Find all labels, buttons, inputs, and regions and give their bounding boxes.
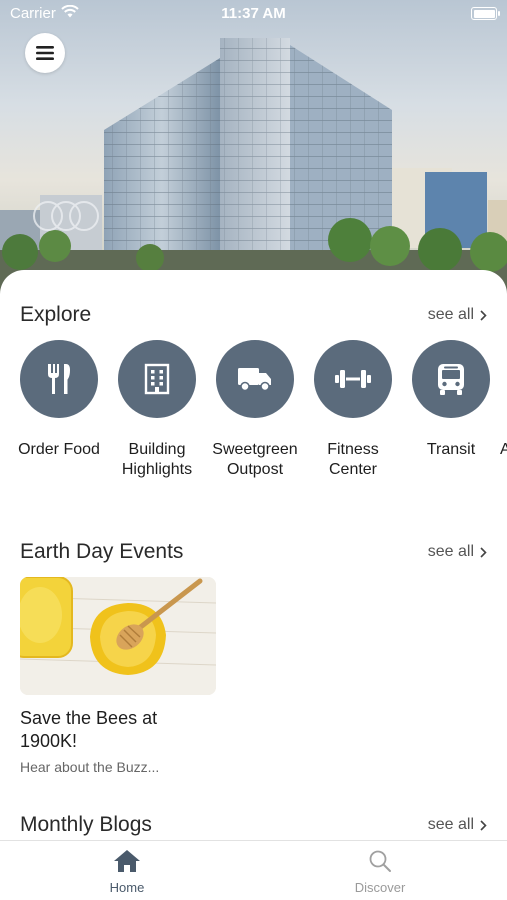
- building-icon: [144, 363, 170, 395]
- see-all-label: see all: [427, 306, 474, 323]
- truck-icon: [238, 368, 271, 392]
- dumbbell-icon: [335, 370, 371, 388]
- explore-carousel[interactable]: Order Food Building Highlights Sweetgree…: [8, 340, 507, 480]
- chevron-right-icon: [480, 819, 487, 831]
- content-sheet: Explore see all Order Food Building High…: [0, 270, 507, 840]
- event-card[interactable]: Save the Bees at 1900K! Hear about the B…: [20, 577, 216, 775]
- blogs-title: Monthly Blogs: [20, 813, 152, 836]
- explore-item-label: Order Food: [18, 441, 100, 458]
- event-subtitle: Hear about the Buzz...: [20, 759, 160, 775]
- blogs-header: Monthly Blogs see all: [20, 813, 487, 837]
- tab-home-label: Home: [109, 880, 145, 895]
- explore-item-partial[interactable]: A: [500, 340, 507, 460]
- home-icon: [114, 850, 140, 872]
- events-title: Earth Day Events: [20, 540, 184, 563]
- explore-item-label: Building Highlights: [121, 441, 193, 478]
- explore-header: Explore see all: [20, 303, 487, 327]
- status-bar: Carrier 11:37 AM: [0, 0, 507, 28]
- explore-circle: [216, 340, 294, 418]
- menu-button[interactable]: [25, 33, 65, 73]
- events-see-all-link[interactable]: see all: [428, 543, 487, 561]
- explore-item-sweetgreen-outpost[interactable]: Sweetgreen Outpost: [206, 340, 304, 480]
- explore-item-label: Fitness Center: [327, 441, 379, 478]
- battery-icon: [471, 7, 500, 20]
- search-icon: [369, 850, 391, 872]
- tab-discover[interactable]: Discover: [320, 849, 440, 895]
- chevron-right-icon: [480, 309, 487, 321]
- explore-item-label: Sweetgreen Outpost: [212, 441, 298, 478]
- explore-title: Explore: [20, 303, 92, 326]
- tab-discover-label: Discover: [354, 880, 406, 895]
- hero-building-photo: [0, 0, 507, 300]
- tab-bar: Home Discover: [0, 840, 507, 900]
- chevron-right-icon: [480, 546, 487, 558]
- explore-see-all-link[interactable]: see all: [428, 306, 487, 324]
- explore-item-order-food[interactable]: Order Food: [10, 340, 108, 460]
- explore-circle: [314, 340, 392, 418]
- events-header: Earth Day Events see all: [20, 540, 487, 564]
- explore-circle: [118, 340, 196, 418]
- explore-circle: [20, 340, 98, 418]
- bus-icon: [438, 364, 464, 395]
- event-image-honey: [20, 577, 216, 695]
- explore-circle: [412, 340, 490, 418]
- event-title: Save the Bees at 1900K!: [20, 708, 158, 751]
- explore-item-label: Transit: [426, 441, 476, 458]
- explore-item-label: A: [500, 441, 507, 458]
- explore-item-building-highlights[interactable]: Building Highlights: [108, 340, 206, 480]
- hamburger-icon: [36, 46, 54, 60]
- blogs-see-all-link[interactable]: see all: [428, 816, 487, 834]
- see-all-label: see all: [427, 543, 474, 560]
- tab-home[interactable]: Home: [67, 849, 187, 895]
- fork-knife-icon: [48, 364, 70, 394]
- explore-item-fitness-center[interactable]: Fitness Center: [304, 340, 402, 480]
- clock: 11:37 AM: [221, 5, 286, 22]
- explore-item-transit[interactable]: Transit: [402, 340, 500, 460]
- see-all-label: see all: [427, 816, 474, 833]
